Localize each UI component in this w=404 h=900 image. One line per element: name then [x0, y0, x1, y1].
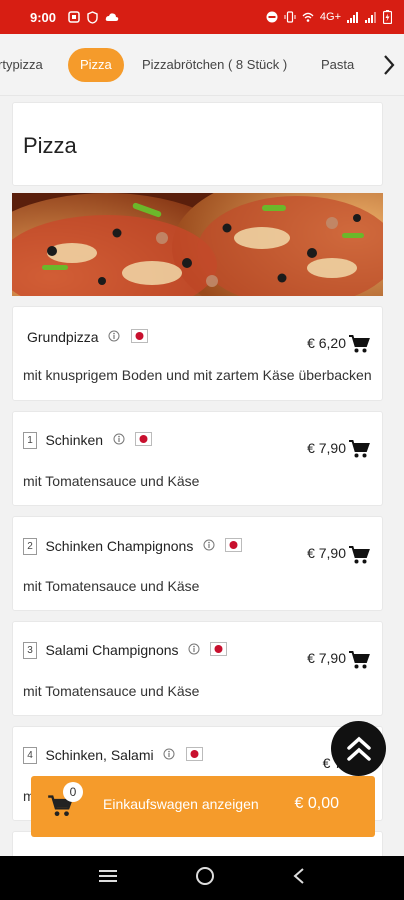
dnd-icon: [266, 11, 278, 23]
pizza-hero-image: [12, 193, 383, 296]
menu-item-card[interactable]: 1 Schinken € 7,90 mit Tomatensauce und K…: [12, 411, 383, 506]
item-description: mit knusprigem Boden und mit zartem Käse…: [23, 367, 372, 383]
recent-apps-icon[interactable]: [98, 868, 118, 889]
item-number: 4: [23, 747, 37, 764]
tab-pizzabroetchen[interactable]: Pizzabrötchen ( 8 Stück ): [142, 48, 287, 82]
add-to-cart-icon[interactable]: [348, 439, 370, 459]
app-root: 9:00 4G+ rtypizza Pizza Pizzabrötchen (…: [0, 0, 404, 900]
japan-flag-icon: [185, 747, 203, 761]
wifi-calling-icon: [302, 11, 314, 23]
category-tabs: rtypizza Pizza Pizzabrötchen ( 8 Stück )…: [0, 34, 404, 96]
section-title: Pizza: [23, 133, 77, 158]
chevron-right-icon[interactable]: [374, 48, 404, 82]
status-bar: 9:00 4G+: [0, 0, 404, 34]
item-title-row: 1 Schinken: [23, 432, 152, 450]
notification-icon: [68, 11, 80, 23]
menu-item-card[interactable]: 3 Salami Champignons € 7,90 mit Tomatens…: [12, 621, 383, 716]
battery-icon: [383, 10, 392, 24]
item-description: mit Tomatensauce und Käse: [23, 578, 200, 594]
cloud-icon: [105, 12, 119, 22]
system-nav-bar: [0, 856, 404, 900]
back-icon[interactable]: [292, 867, 306, 890]
item-description: mit Tomatensauce und Käse: [23, 473, 200, 489]
item-price: € 7,90: [307, 650, 346, 666]
item-description: mit Tomatensauce und Käse: [23, 683, 200, 699]
menu-item-card[interactable]: 2 Schinken Champignons € 7,90 mit Tomate…: [12, 516, 383, 611]
item-name: Salami Champignons: [45, 642, 179, 659]
scroll-to-top-button[interactable]: [331, 721, 386, 776]
view-cart-button[interactable]: 0 Einkaufswagen anzeigen € 0,00: [31, 776, 375, 837]
tab-pasta[interactable]: Pasta: [321, 48, 354, 82]
vibrate-icon: [284, 11, 296, 23]
item-title-row: 4 Schinken, Salami: [23, 747, 203, 765]
item-price: € 7,90: [307, 440, 346, 456]
shield-icon: [87, 10, 98, 24]
item-name: Schinken, Salami: [45, 747, 154, 764]
item-number: 1: [23, 432, 37, 449]
cart-total: € 0,00: [294, 795, 339, 812]
home-icon[interactable]: [195, 866, 215, 891]
cart-count-badge: 0: [63, 782, 83, 802]
info-icon[interactable]: [163, 747, 175, 765]
item-title-row: Grundpizza: [27, 329, 148, 347]
item-price: € 7,90: [307, 545, 346, 561]
item-price: € 6,20: [307, 335, 346, 351]
cart-label: Einkaufswagen anzeigen: [103, 796, 259, 812]
info-icon[interactable]: [203, 538, 215, 556]
info-icon[interactable]: [188, 642, 200, 660]
item-name: Schinken Champignons: [45, 538, 194, 555]
info-icon[interactable]: [108, 329, 120, 347]
menu-item-card[interactable]: Grundpizza € 6,20 mit knusprigem Boden u…: [12, 306, 383, 401]
signal-icon: [347, 11, 359, 23]
japan-flag-icon: [134, 432, 152, 446]
signal-icon-2: [365, 11, 377, 23]
item-number: 2: [23, 538, 37, 555]
japan-flag-icon: [210, 642, 228, 656]
network-type: 4G+: [319, 11, 341, 23]
status-time: 9:00: [30, 9, 57, 25]
tab-partypizza[interactable]: rtypizza: [0, 48, 43, 82]
tab-pizza[interactable]: Pizza: [68, 48, 124, 82]
item-name: Grundpizza: [27, 329, 99, 346]
add-to-cart-icon[interactable]: [348, 650, 370, 670]
item-title-row: 2 Schinken Champignons: [23, 538, 243, 556]
japan-flag-icon: [225, 538, 243, 552]
item-title-row: 3 Salami Champignons: [23, 642, 228, 660]
double-chevron-up-icon: [346, 736, 371, 761]
add-to-cart-icon[interactable]: [348, 545, 370, 565]
section-header-card: Pizza: [12, 102, 383, 186]
item-name: Schinken: [45, 432, 104, 449]
info-icon[interactable]: [113, 432, 125, 450]
add-to-cart-icon[interactable]: [348, 334, 370, 354]
japan-flag-icon: [130, 329, 148, 343]
item-number: 3: [23, 642, 37, 659]
